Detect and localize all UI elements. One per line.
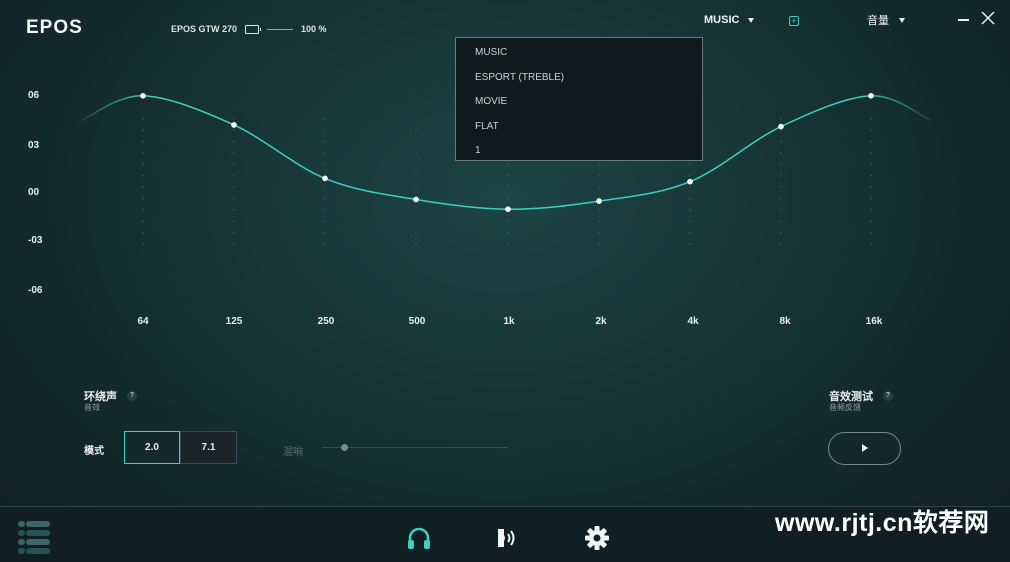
eq-band-handle-16k[interactable] (868, 93, 874, 99)
surround-help-icon[interactable]: ? (127, 391, 137, 401)
eq-x-label: 64 (137, 316, 149, 327)
eq-x-label: 4k (687, 316, 699, 327)
reverb-label: 混响 (283, 447, 303, 458)
microphone-speech-icon[interactable] (495, 525, 521, 551)
eq-band-handle-4k[interactable] (687, 178, 693, 185)
mode-7-1-button[interactable]: 7.1 (180, 431, 237, 464)
watermark: www.rjtj.cn软荐网 (775, 509, 990, 537)
sound-test-help-icon[interactable]: ? (883, 391, 893, 401)
reverb-slider-thumb[interactable] (340, 444, 348, 451)
play-icon (862, 444, 868, 452)
reverb-slider[interactable] (322, 447, 508, 448)
eq-x-label: 125 (225, 316, 243, 327)
eq-x-label: 16k (865, 316, 883, 327)
eq-band-handle-8k[interactable] (778, 123, 784, 130)
preset-menu-item-flat[interactable]: FLAT (456, 115, 702, 140)
eq-band-handle-64[interactable] (140, 93, 146, 99)
play-button[interactable] (828, 432, 901, 465)
eq-x-label: 2k (595, 316, 607, 327)
eq-x-label: 500 (408, 316, 426, 327)
eq-band-handle-2k[interactable] (596, 198, 602, 204)
eq-x-label: 8k (779, 316, 791, 327)
eq-band-handle-250[interactable] (322, 175, 328, 182)
eq-x-label: 250 (317, 316, 335, 327)
preset-menu-item-esport[interactable]: ESPORT (TREBLE) (456, 66, 702, 91)
mode-2-0-button[interactable]: 2.0 (124, 431, 180, 464)
eq-x-label: 1k (503, 316, 515, 327)
preset-menu: MUSIC ESPORT (TREBLE) MOVIE FLAT 1 (455, 37, 703, 161)
preset-menu-item-custom[interactable]: 1 (456, 139, 702, 164)
headphones-icon[interactable] (406, 525, 432, 551)
eq-band-handle-1k[interactable] (505, 206, 511, 212)
preset-menu-item-music[interactable]: MUSIC (456, 41, 702, 66)
surround-subtitle: 音效 (84, 403, 100, 412)
eq-band-handle-125[interactable] (231, 122, 237, 128)
eq-band-handle-500[interactable] (413, 196, 419, 203)
preset-menu-item-movie[interactable]: MOVIE (456, 90, 702, 115)
mode-label: 模式 (84, 446, 104, 457)
sound-test-subtitle: 音频反馈 (829, 403, 861, 412)
menu-icon[interactable] (16, 519, 52, 555)
gear-icon[interactable] (584, 525, 610, 551)
